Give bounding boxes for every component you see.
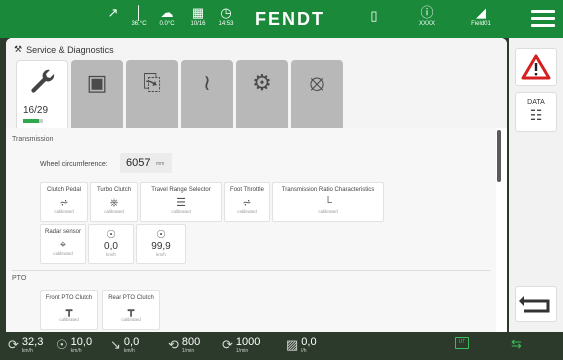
top-status-bar: ↗ │ 36.°C ☁ 0.0°C ▦ 10/16 ◷ 14:53 FENDT … [0,0,563,38]
tab-hydraulics[interactable]: ⎘ [126,60,178,128]
foot-throttle-icon: ⩫ [242,197,252,209]
calibration-count: 16/29 [23,105,49,116]
ut-terminal-badge[interactable]: UT [455,337,469,349]
back-button[interactable] [515,286,557,322]
section-divider [12,270,490,271]
warning-triangle-icon [521,54,551,80]
fendt-logo: FENDT [255,9,325,29]
bottom-status-bar: ⟳ 32,3 km/h ☉ 10,0 km/h ↘ 0,0 km/h ⟲ 800 1/m… [0,332,563,360]
sensor-cart-icon: ⦻ [309,70,325,95]
save-disk-icon: ☷ [529,107,543,123]
turbo-clutch-card[interactable]: Turbo Clutch ⎈ calibrated [90,182,138,222]
wheel-circumference-label: Wheel circumference: [40,161,108,168]
page-title: ⚒ Service & Diagnostics [14,44,114,55]
page-header: ⚒ Service & Diagnostics 16/29 ▣ ⎘ ≀ ⚙ ⦻ [6,38,507,128]
ground-speed-icon: ↘ [110,337,121,352]
wrench-icon [17,67,67,102]
switch-view-icon[interactable]: ⇆ [511,337,529,350]
outdoor-temperature: ☁ 0.0°C [154,6,180,28]
data-save-button[interactable]: DATA ☷ [515,92,557,132]
back-arrow-icon [519,296,550,313]
foot-throttle-card[interactable]: Foot Throttle ⩫ calibrated [224,182,270,222]
wheel-speed-icon: ☉ [56,337,68,352]
rear-pto-clutch-card[interactable]: Rear PTO Clutch ┳ calibrated [102,290,160,330]
thermometer-icon: │ [134,5,144,20]
radar-min-speed-card: ☉ 0,0 km/h [88,224,134,264]
tab-sensors[interactable]: ⦻ [291,60,343,128]
outdoor-temp-icon: ☁ [160,5,174,20]
fuel-icon: ▨ [286,337,299,352]
vertical-scrollbar[interactable] [497,130,501,182]
signal-tower-icon: ↗ [107,5,119,20]
ground-speed-readout: ↘ 0,0 km/h [110,336,140,354]
date-display: ▦ 10/16 [186,6,210,28]
clutch-pedal-icon: ⩫ [59,197,69,209]
radar-icon: ⌖ [59,239,67,251]
rpm-icon: ⟲ [168,337,179,352]
radar-sensor-card[interactable]: Radar sensor ⌖ calibrated [40,224,86,264]
menu-icon [531,10,555,13]
time-display: ◷ 14:53 [214,6,238,28]
travel-range-selector-card[interactable]: Travel Range Selector ☰ calibrated [140,182,222,222]
engine-camera-icon: ▣ [86,70,108,95]
range-selector-icon: ☰ [176,197,186,209]
clock-icon: ◷ [220,5,232,20]
right-action-panel: DATA ☷ [509,38,563,332]
document-icon[interactable]: ▯ [366,9,382,23]
tab-pto[interactable]: ⚙ [236,60,288,128]
tab-hitch[interactable]: ≀ [181,60,233,128]
service-icon: ⚒ [14,44,23,54]
user-profile[interactable]: ⓘ XXXX [412,6,442,28]
calibration-progress-bar [23,119,43,123]
tab-calibration[interactable]: 16/29 [16,60,68,128]
hamburger-menu-button[interactable] [531,10,555,28]
wheel-speed-readout: ☉ 10,0 km/h [56,336,93,354]
radar-max-speed-card: ☉ 99,9 km/h [136,224,186,264]
tab-engine[interactable]: ▣ [71,60,123,128]
field-icon: ◢ [476,5,486,20]
field-selector[interactable]: ◢ Field01 [466,6,496,28]
speed-sensor-icon: ☉ [156,229,166,241]
transmission-section-title: Transmission [12,136,54,143]
engine-speed-readout: ⟳ 32,3 km/h [8,336,44,354]
hydraulics-icon: ⎘ [143,70,161,95]
engine-rpm-readout: ⟲ 800 1/min [168,336,201,354]
speed-sensor-icon: ☉ [106,229,116,241]
wheel-circumference-field[interactable]: 6057 mm [120,153,172,173]
user-icon: ⓘ [420,5,434,20]
front-pto-clutch-card[interactable]: Front PTO Clutch ┳ calibrated [40,290,98,330]
pto-rpm-icon: ⟳ [222,337,233,352]
turbo-clutch-icon: ⎈ [109,197,119,209]
engine-speed-icon: ⟳ [8,337,19,352]
fuel-consumption-readout: ▨ 0,0 l/h [286,336,317,354]
cabin-temperature: │ 36.°C [126,6,152,28]
clutch-pedal-card[interactable]: Clutch Pedal ⩫ calibrated [40,182,88,222]
transmission-ratio-card[interactable]: Transmission Ratio Characteristics └ cal… [272,182,384,222]
pto-rpm-readout: ⟳ 1000 1/min [222,336,261,354]
pto-gear-icon: ⚙ [252,70,272,95]
calendar-icon: ▦ [191,5,205,20]
rear-pto-icon: ┳ [127,305,135,317]
hitch-icon: ≀ [202,70,212,95]
ratio-curve-icon: └ [324,197,332,209]
pto-section-title: PTO [12,275,27,282]
main-panel: ⚒ Service & Diagnostics 16/29 ▣ ⎘ ≀ ⚙ ⦻ … [6,38,507,332]
warning-button[interactable] [515,48,557,86]
calibration-content: Transmission Wheel circumference: 6057 m… [6,128,496,332]
front-pto-icon: ┳ [65,305,73,317]
